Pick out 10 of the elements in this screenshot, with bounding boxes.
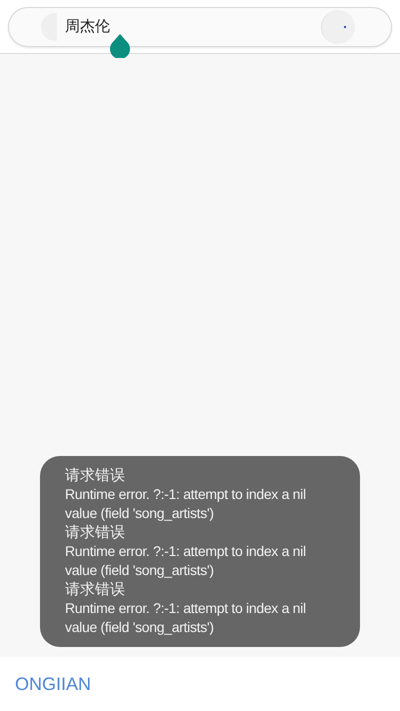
error-title: 请求错误 [65,523,126,542]
error-message: Runtime error. ?:-1: attempt to index a nil value (field 'song_artists') [65,599,307,637]
search-field[interactable]: 周杰伦 [8,7,392,47]
error-title: 请求错误 [65,580,126,599]
cursor-handle-icon[interactable] [109,34,131,58]
error-message: Runtime error. ?:-1: attempt to index a nil value (field 'song_artists') [65,485,307,523]
bottom-button[interactable]: ONGIIAN [15,670,92,698]
search-value: 周杰伦 [65,16,110,37]
error-message: Runtime error. ?:-1: attempt to index a nil value (field 'song_artists') [65,542,307,580]
error-title: 请求错误 [65,466,126,485]
